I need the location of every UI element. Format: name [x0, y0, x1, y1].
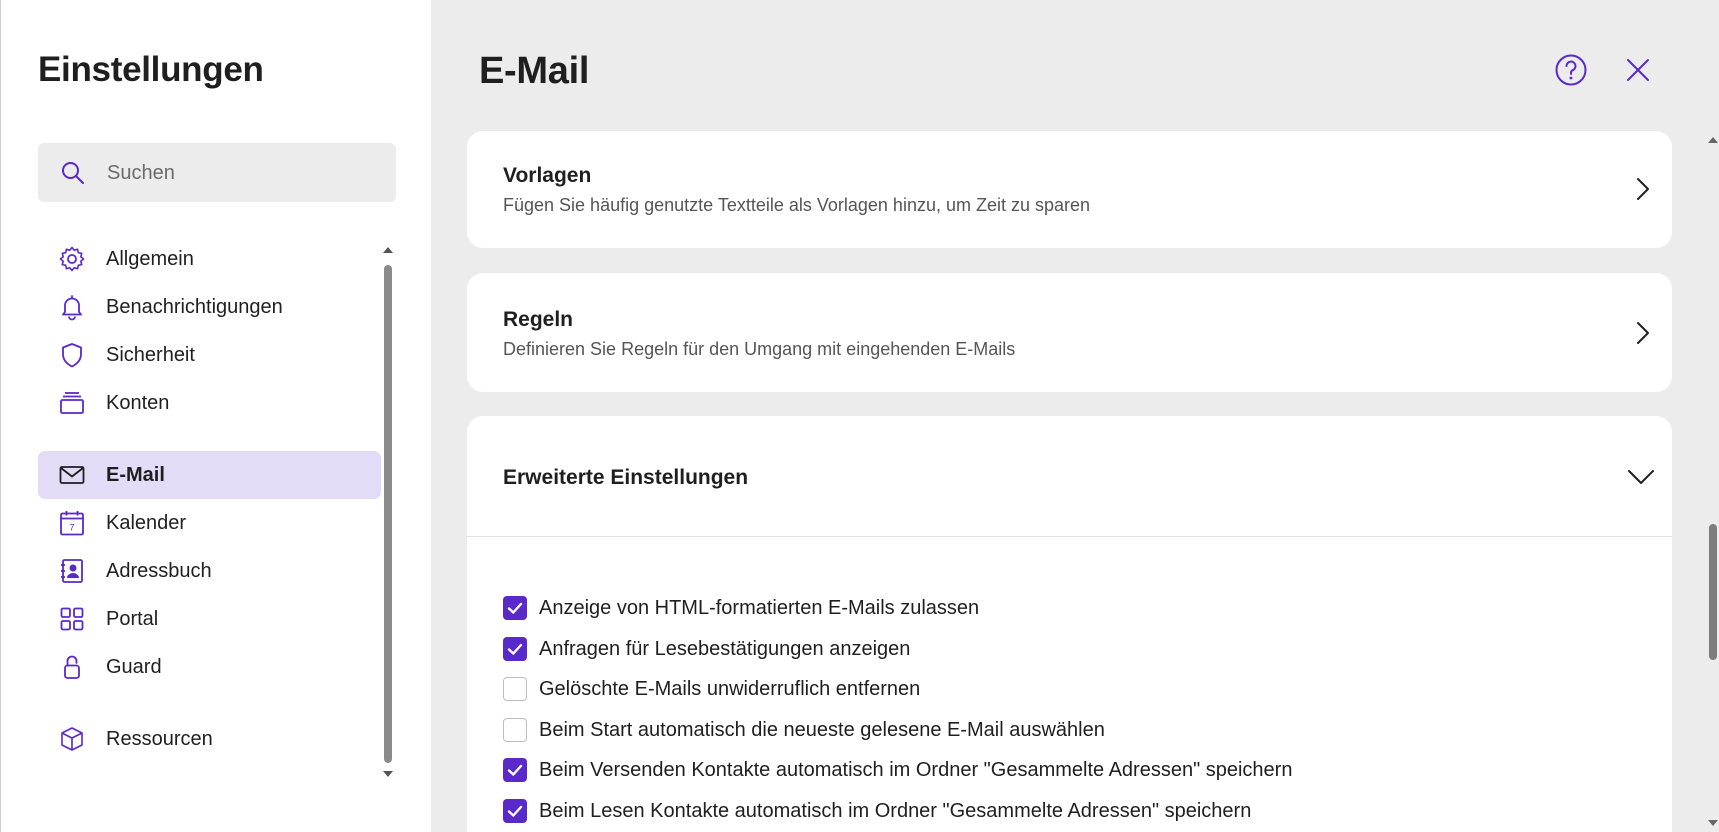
sidebar-item-label: Konten	[106, 392, 170, 414]
sidebar-item-label: Allgemein	[106, 248, 194, 270]
accounts-icon	[60, 392, 84, 414]
checkmark-icon	[507, 805, 523, 817]
calendar-icon: 7	[60, 511, 84, 536]
sidebar-item-sicherheit[interactable]: Sicherheit	[38, 331, 381, 379]
checkbox[interactable]	[503, 677, 527, 701]
grid-icon	[60, 607, 84, 631]
sidebar-title: Einstellungen	[38, 50, 264, 89]
option-label: Beim Start automatisch die neueste geles…	[539, 719, 1105, 741]
help-icon	[1555, 54, 1587, 86]
sidebar-item-kalender[interactable]: 7 Kalender	[38, 499, 381, 547]
sidebar-item-ressourcen[interactable]: Ressourcen	[38, 715, 381, 763]
checkmark-icon	[507, 764, 523, 776]
sidebar-item-allgemein[interactable]: Allgemein	[38, 235, 381, 283]
checkbox[interactable]	[503, 799, 527, 823]
option-label: Anzeige von HTML-formatierten E-Mails zu…	[539, 597, 980, 619]
sidebar-item-benachrichtigungen[interactable]: Benachrichtigungen	[38, 283, 381, 331]
scrollbar-thumb[interactable]	[384, 265, 392, 763]
advanced-settings-header[interactable]: Erweiterte Einstellungen	[503, 466, 748, 490]
settings-content: E-Mail Vorlagen Fügen Sie häufig genutzt…	[431, 0, 1719, 832]
scroll-up-arrow[interactable]	[383, 247, 393, 253]
sidebar-item-label: Benachrichtigungen	[106, 296, 283, 318]
checkbox[interactable]	[503, 596, 527, 620]
card-title: Vorlagen	[503, 164, 592, 187]
divider	[467, 536, 1672, 537]
sidebar-scrollbar[interactable]	[383, 247, 393, 777]
sidebar-item-email[interactable]: E-Mail	[38, 451, 381, 499]
sidebar-item-adressbuch[interactable]: Adressbuch	[38, 547, 381, 595]
option-label: Beim Lesen Kontakte automatisch im Ordne…	[539, 800, 1252, 822]
help-button[interactable]	[1553, 52, 1589, 88]
checkbox[interactable]	[503, 637, 527, 661]
sidebar-item-guard[interactable]: Guard	[38, 643, 381, 691]
advanced-settings-card: Erweiterte Einstellungen Anzeige von HTM…	[467, 416, 1672, 832]
sidebar-item-label: Ressourcen	[106, 728, 213, 750]
search-input[interactable]: Suchen	[107, 162, 175, 185]
option-label: Anfragen für Lesebestätigungen anzeigen	[539, 638, 911, 660]
checkmark-icon	[507, 643, 523, 655]
card-description: Fügen Sie häufig genutzte Textteile als …	[503, 195, 1091, 215]
regeln-card[interactable]: Regeln Definieren Sie Regeln für den Umg…	[467, 273, 1672, 392]
lock-icon	[64, 655, 80, 679]
sidebar-item-konten[interactable]: Konten	[38, 379, 381, 427]
sidebar-item-portal[interactable]: Portal	[38, 595, 381, 643]
search-icon	[62, 162, 84, 184]
scrollbar-thumb[interactable]	[1709, 524, 1717, 660]
card-description: Definieren Sie Regeln für den Umgang mit…	[503, 339, 1016, 359]
address-book-icon	[61, 559, 83, 583]
search-field[interactable]: Suchen	[38, 143, 396, 202]
close-icon	[1627, 59, 1649, 81]
card-title: Regeln	[503, 308, 574, 331]
scroll-down-arrow[interactable]	[383, 771, 393, 777]
option-label: Gelöschte E-Mails unwiderruflich entfern…	[539, 678, 921, 700]
scroll-up-arrow[interactable]	[1708, 137, 1718, 143]
mail-icon	[59, 466, 85, 484]
shield-icon	[62, 343, 82, 368]
content-scrollbar[interactable]	[1707, 132, 1719, 832]
chevron-right-icon	[1637, 178, 1649, 200]
page-title: E-Mail	[479, 50, 590, 92]
option-label: Beim Versenden Kontakte automatisch im O…	[539, 759, 1293, 781]
vorlagen-card[interactable]: Vorlagen Fügen Sie häufig genutzte Textt…	[467, 131, 1672, 248]
checkmark-icon	[507, 602, 523, 614]
sidebar-item-label: Kalender	[106, 512, 187, 534]
cube-icon	[61, 727, 83, 751]
sidebar-item-label: Sicherheit	[106, 344, 195, 366]
settings-sidebar: Einstellungen Suchen Allgemein Benachric…	[0, 0, 431, 832]
close-button[interactable]	[1620, 52, 1656, 88]
chevron-right-icon	[1637, 322, 1649, 344]
sidebar-item-label: Guard	[106, 656, 162, 678]
gear-icon	[59, 246, 85, 272]
checkbox[interactable]	[503, 718, 527, 742]
chevron-down-icon[interactable]	[1627, 463, 1655, 491]
scroll-down-arrow[interactable]	[1708, 820, 1718, 826]
sidebar-item-label: Portal	[106, 608, 159, 630]
calendar-day: 7	[69, 523, 74, 533]
bell-icon	[62, 295, 82, 321]
sidebar-item-label: Adressbuch	[106, 560, 212, 582]
sidebar-item-label: E-Mail	[106, 464, 165, 486]
checkbox[interactable]	[503, 758, 527, 782]
